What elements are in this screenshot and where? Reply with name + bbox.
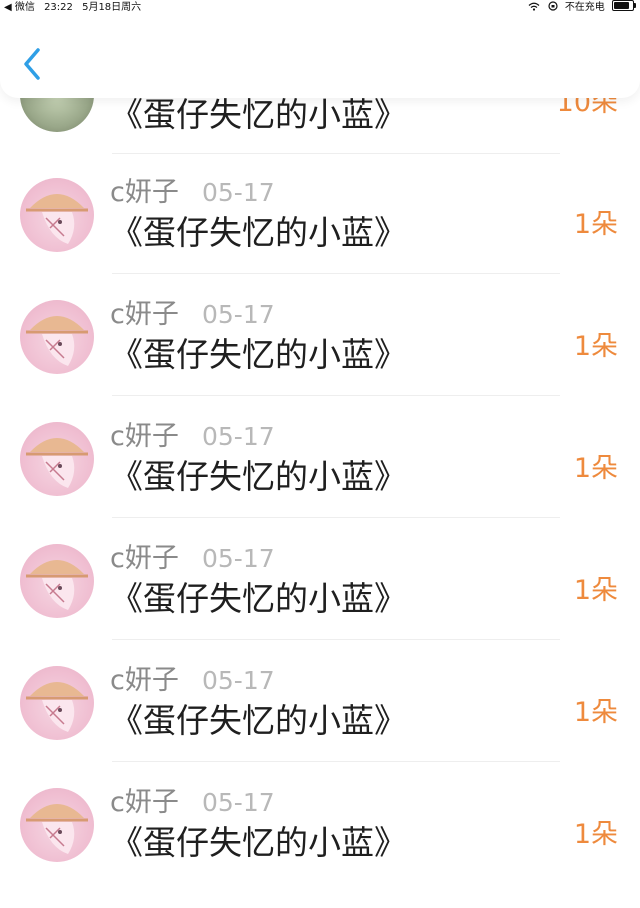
flower-count: 1朵 [573, 331, 618, 362]
work-title: 《蛋仔失忆的小蓝》 [110, 823, 407, 862]
work-title: 《蛋仔失忆的小蓝》 [110, 701, 407, 740]
username[interactable]: c妍子 [110, 422, 179, 452]
list-item[interactable]: c妍子 05-17 《蛋仔失忆的小蓝》 1朵 [0, 176, 640, 298]
status-bar: ◀ 微信 23:22 5月18日周六 不在充电 [0, 0, 640, 16]
username[interactable]: c妍子 [110, 788, 179, 818]
battery-icon [612, 0, 636, 11]
divider [112, 395, 560, 396]
divider [112, 639, 560, 640]
charging-status: 不在充电 [564, 2, 605, 13]
date-label: 05-17 [202, 422, 275, 451]
divider [112, 273, 560, 274]
avatar[interactable] [20, 544, 94, 618]
work-title: 《蛋仔失忆的小蓝》 [110, 579, 407, 618]
flower-count: 1朵 [573, 819, 618, 850]
avatar-illustration [26, 682, 88, 732]
username[interactable]: c妍子 [110, 544, 179, 574]
work-title: 《蛋仔失忆的小蓝》 [110, 213, 407, 252]
chevron-left-icon [24, 48, 40, 80]
avatar-illustration [26, 194, 88, 244]
avatar[interactable] [20, 178, 94, 252]
username[interactable]: c妍子 [110, 666, 179, 696]
status-time: 23:22 [44, 2, 73, 13]
avatar-illustration [26, 560, 88, 610]
list-item[interactable]: c妍子 05-17 《蛋仔失忆的小蓝》 1朵 [0, 298, 640, 420]
divider [112, 761, 560, 762]
list-item[interactable]: c妍子 05-17 《蛋仔失忆的小蓝》 1朵 [0, 664, 640, 786]
avatar[interactable] [20, 788, 94, 862]
list-item[interactable]: c妍子 05-17 《蛋仔失忆的小蓝》 1朵 [0, 786, 640, 908]
avatar[interactable] [20, 300, 94, 374]
work-title: 《蛋仔失忆的小蓝》 [110, 335, 407, 374]
avatar-illustration [26, 438, 88, 488]
avatar-illustration [26, 804, 88, 854]
flower-count: 1朵 [573, 453, 618, 484]
avatar[interactable] [20, 422, 94, 496]
rotation-lock-icon [548, 1, 561, 13]
work-title: 《蛋仔失忆的小蓝》 [110, 457, 407, 496]
list-item[interactable]: c妍子 05-17 《蛋仔失忆的小蓝》 1朵 [0, 542, 640, 664]
flower-count: 1朵 [573, 697, 618, 728]
date-label: 05-17 [202, 788, 275, 817]
username[interactable]: c妍子 [110, 178, 179, 208]
status-date: 5月18日周六 [82, 2, 142, 13]
divider [112, 153, 560, 154]
date-label: 05-17 [202, 178, 275, 207]
date-label: 05-17 [202, 300, 275, 329]
avatar[interactable] [20, 666, 94, 740]
wifi-icon [528, 2, 543, 13]
avatar-illustration [26, 316, 88, 366]
date-label: 05-17 [202, 666, 275, 695]
work-title: 《蛋仔失忆的小蓝》 [110, 95, 407, 134]
flower-count: 1朵 [573, 575, 618, 606]
flower-count: 1朵 [573, 209, 618, 240]
back-button[interactable] [14, 42, 54, 86]
back-to-app-link[interactable]: ◀ 微信 [4, 2, 35, 13]
list-item[interactable]: c妍子 05-17 《蛋仔失忆的小蓝》 1朵 [0, 420, 640, 542]
divider [112, 517, 560, 518]
date-label: 05-17 [202, 544, 275, 573]
username[interactable]: c妍子 [110, 300, 179, 330]
